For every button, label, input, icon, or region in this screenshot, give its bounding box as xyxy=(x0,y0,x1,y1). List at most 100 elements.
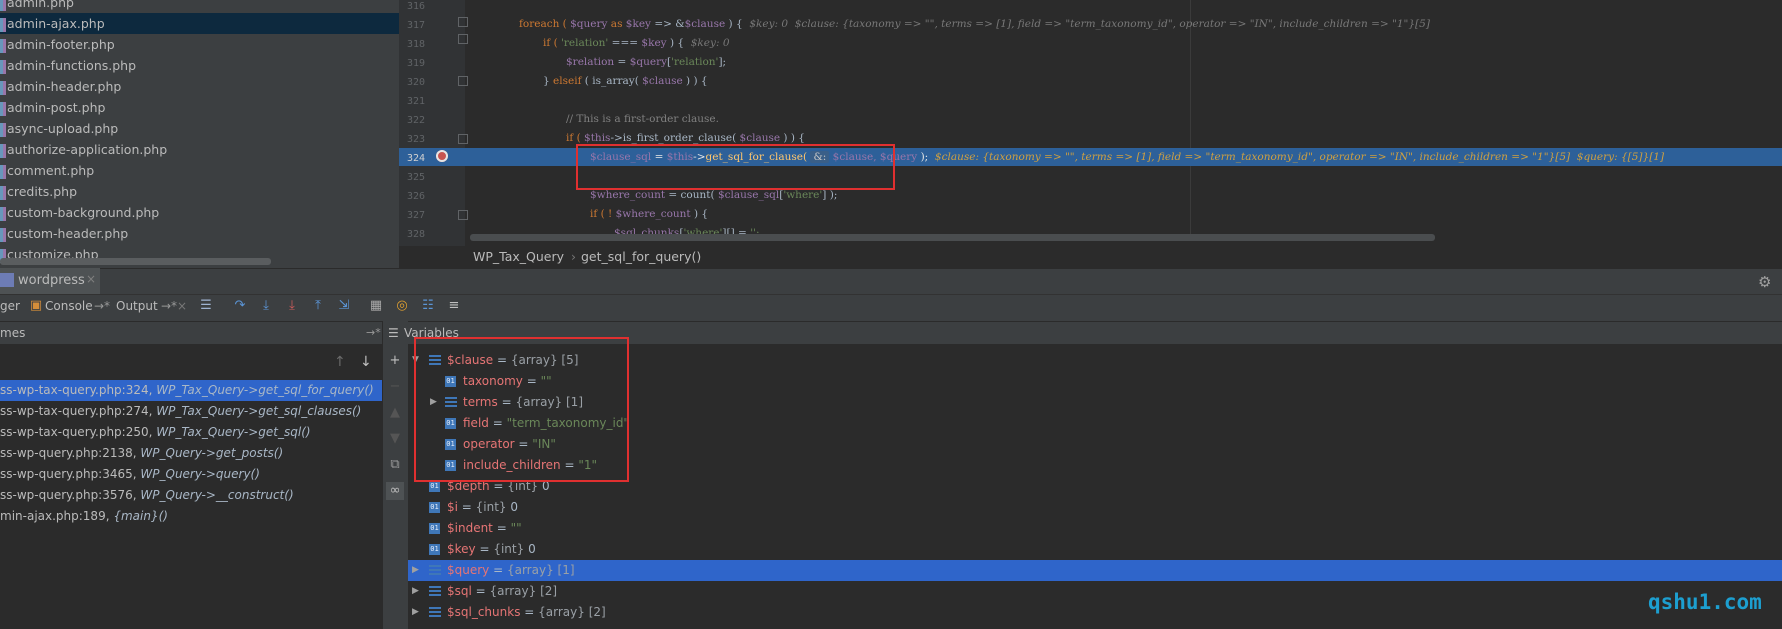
code-token: ->is_first_order_clause( xyxy=(610,132,740,144)
move-up-icon[interactable]: ▲ xyxy=(386,404,404,422)
gear-icon[interactable]: ⚙ xyxy=(1758,273,1771,291)
variable-row[interactable]: ▶ $sql = {array} [2] xyxy=(408,581,1782,602)
line-number[interactable]: 320 xyxy=(399,73,425,92)
fold-marker-icon[interactable] xyxy=(458,17,468,27)
close-icon[interactable]: × xyxy=(86,272,96,286)
frame-up-icon[interactable]: ↑ xyxy=(334,354,346,370)
line-number[interactable]: 325 xyxy=(399,168,425,187)
line-number[interactable]: 316 xyxy=(399,0,425,16)
step-out-icon[interactable]: ⤒ xyxy=(310,298,326,314)
code-comment: // This is a first-order clause. xyxy=(566,113,719,125)
line-number[interactable]: 324 xyxy=(399,149,425,168)
step-over-icon[interactable]: ↷ xyxy=(232,298,248,314)
stack-frame-row[interactable]: ss-wp-tax-query.php:324, WP_Tax_Query->g… xyxy=(0,380,382,401)
file-tree-item[interactable]: comment.php xyxy=(0,160,399,181)
line-number[interactable]: 323 xyxy=(399,130,425,149)
fold-marker-icon[interactable] xyxy=(458,210,468,220)
frame-down-icon[interactable]: ↓ xyxy=(360,354,372,370)
php-file-icon xyxy=(0,0,6,11)
variable-text: $sql = {array} [2] xyxy=(447,581,557,602)
force-step-into-icon[interactable]: ⤓ xyxy=(284,298,300,314)
close-icon[interactable]: × xyxy=(177,299,187,313)
line-number[interactable]: 328 xyxy=(399,225,425,244)
file-tree-item[interactable]: admin-ajax.php xyxy=(0,13,399,34)
variable-text: $i = {int} 0 xyxy=(447,497,518,518)
remove-watch-icon[interactable]: − xyxy=(386,378,404,396)
code-token: => & xyxy=(651,18,685,30)
tab-output[interactable]: Output xyxy=(116,299,158,313)
code-token: ) ) { xyxy=(780,132,805,144)
line-number[interactable]: 321 xyxy=(399,92,425,111)
stack-frame-row[interactable]: min-ajax.php:189, {main}() xyxy=(0,506,382,527)
frames-list-icon[interactable]: ☷ xyxy=(420,298,436,314)
code-line-327[interactable]: if ( ! $where_count ) { xyxy=(590,205,708,224)
code-line-317[interactable]: foreach ( $query as $key => &$clause ) {… xyxy=(519,15,1430,34)
file-tree-item[interactable]: admin-functions.php xyxy=(0,55,399,76)
file-tree-horizontal-scrollbar[interactable] xyxy=(0,258,271,265)
file-tree-item[interactable]: custom-background.php xyxy=(0,202,399,223)
file-tree-item[interactable]: custom-header.php xyxy=(0,223,399,244)
expand-arrow-icon[interactable]: ▶ xyxy=(412,581,419,602)
stack-frame-row[interactable]: ss-wp-query.php:2138, WP_Query->get_post… xyxy=(0,443,382,464)
stack-frame-row[interactable]: ss-wp-query.php:3576, WP_Query->__constr… xyxy=(0,485,382,506)
copy-icon[interactable]: ⧉ xyxy=(386,456,404,474)
variable-row[interactable]: 01 $key = {int} 0 xyxy=(408,539,1782,560)
file-tree-item[interactable]: async-upload.php xyxy=(0,118,399,139)
editor-horizontal-scrollbar[interactable] xyxy=(470,234,1435,241)
variable-row[interactable]: 01 $i = {int} 0 xyxy=(408,497,1782,518)
tab-console[interactable]: Console xyxy=(45,299,93,313)
stack-frame-row[interactable]: ss-wp-tax-query.php:250, WP_Tax_Query->g… xyxy=(0,422,382,443)
variable-row[interactable]: 01 $indent = "" xyxy=(408,518,1782,539)
code-token: $key xyxy=(641,37,667,49)
code-token: $clause xyxy=(642,75,683,87)
file-tree-item[interactable]: admin-footer.php xyxy=(0,34,399,55)
stack-frame-file: ss-wp-query.php:3465, xyxy=(0,467,141,481)
watch-icon[interactable]: ◎ xyxy=(394,298,410,314)
file-tree-item-label: admin-ajax.php xyxy=(7,16,105,31)
run-to-cursor-icon[interactable]: ⇲ xyxy=(336,298,352,314)
line-number[interactable]: 326 xyxy=(399,187,425,206)
add-watch-icon[interactable]: + xyxy=(386,352,404,370)
code-line-322[interactable]: // This is a first-order clause. xyxy=(566,110,719,129)
file-tree-item[interactable]: authorize-application.php xyxy=(0,139,399,160)
tab-debugger[interactable]: ger xyxy=(0,299,20,313)
file-tree-item[interactable]: credits.php xyxy=(0,181,399,202)
code-line-320[interactable]: } elseif ( is_array( $clause ) ) { xyxy=(543,72,708,91)
line-number[interactable]: 327 xyxy=(399,206,425,225)
pin-icon[interactable]: →* xyxy=(94,299,110,313)
fold-marker-icon[interactable] xyxy=(458,34,468,44)
line-number[interactable]: 322 xyxy=(399,111,425,130)
show-watches-icon[interactable]: ∞ xyxy=(386,482,404,500)
line-number[interactable]: 319 xyxy=(399,54,425,73)
file-tree-item[interactable]: admin-post.php xyxy=(0,97,399,118)
stack-frame-file: min-ajax.php:189, xyxy=(0,509,114,523)
file-tree-item[interactable]: admin.php xyxy=(0,0,399,13)
file-tree-item[interactable]: admin-header.php xyxy=(0,76,399,97)
fold-marker-icon[interactable] xyxy=(458,76,468,86)
code-line-319[interactable]: $relation = $query['relation']; xyxy=(566,53,726,72)
variable-row[interactable]: ▶ $sql_chunks = {array} [2] xyxy=(408,602,1782,623)
stack-frame-row[interactable]: ss-wp-query.php:3465, WP_Query->query() xyxy=(0,464,382,485)
evaluate-expression-icon[interactable]: ▦ xyxy=(368,298,384,314)
code-line-318[interactable]: if ( 'relation' === $key ) { $key: 0 xyxy=(543,34,730,53)
breadcrumb-class[interactable]: WP_Tax_Query xyxy=(473,246,564,268)
breadcrumb-method[interactable]: get_sql_for_query() xyxy=(581,246,701,268)
file-tree-item-label: admin-post.php xyxy=(7,100,106,115)
stack-frame-row[interactable]: ss-wp-tax-query.php:274, WP_Tax_Query->g… xyxy=(0,401,382,422)
expand-arrow-icon[interactable]: ▶ xyxy=(412,602,419,623)
line-number[interactable]: 317 xyxy=(399,16,425,35)
pin-icon[interactable]: →* xyxy=(161,299,177,313)
move-down-icon[interactable]: ▼ xyxy=(386,430,404,448)
fold-marker-icon[interactable] xyxy=(458,134,468,144)
variable-row[interactable]: ▶ $query = {array} [1] xyxy=(408,560,1782,581)
line-number[interactable]: 318 xyxy=(399,35,425,54)
expand-arrow-icon[interactable]: ▶ xyxy=(412,560,419,581)
variable-equals: = xyxy=(475,542,494,556)
step-into-icon[interactable]: ⤓ xyxy=(258,298,274,314)
pin-icon[interactable]: →* xyxy=(366,326,381,339)
breakpoint-icon[interactable] xyxy=(436,150,448,162)
settings-list-icon[interactable]: ≡ xyxy=(446,298,462,314)
variables-menu-icon[interactable]: ☰ xyxy=(388,322,399,344)
code-token: $query xyxy=(629,56,668,68)
show-execution-point-icon[interactable]: ☰ xyxy=(198,298,214,314)
